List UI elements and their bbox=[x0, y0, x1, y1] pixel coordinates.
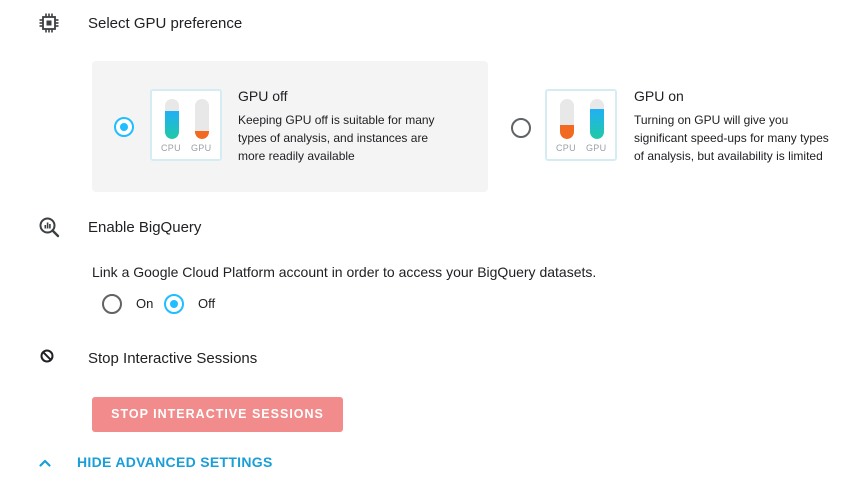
desc-line: of analysis, but availability is limited bbox=[634, 149, 823, 163]
bigquery-section-title: Enable BigQuery bbox=[88, 219, 202, 236]
desc-line: significant speed-ups for many types bbox=[634, 131, 829, 145]
hide-advanced-settings-link[interactable]: HIDE ADVANCED SETTINGS bbox=[77, 454, 273, 470]
cpu-bar-fill bbox=[165, 111, 179, 139]
cpu-bar bbox=[560, 99, 574, 139]
bigquery-on-label[interactable]: On bbox=[136, 296, 153, 311]
gpu-on-radio[interactable] bbox=[511, 118, 531, 138]
cpu-bar bbox=[165, 99, 179, 139]
gpu-bar-fill bbox=[590, 109, 604, 139]
block-icon bbox=[38, 347, 60, 369]
gpu-label: GPU bbox=[586, 143, 607, 153]
gpu-bar bbox=[590, 99, 604, 139]
bigquery-off-radio[interactable] bbox=[164, 294, 184, 314]
sessions-section-title: Stop Interactive Sessions bbox=[88, 350, 258, 367]
gpu-on-title: GPU on bbox=[634, 88, 684, 104]
cpu-label: CPU bbox=[161, 143, 181, 153]
cpu-bar-fill bbox=[560, 125, 574, 139]
gpu-off-description: Keeping GPU off is suitable for many typ… bbox=[238, 111, 463, 165]
desc-line: types of analysis, and instances are bbox=[238, 131, 429, 145]
desc-line: more readily available bbox=[238, 149, 355, 163]
desc-line: Turning on GPU will give you bbox=[634, 113, 789, 127]
chip-icon bbox=[38, 12, 60, 34]
gpu-off-option[interactable]: CPU GPU GPU off Keeping GPU off is suita… bbox=[92, 61, 488, 192]
bigquery-icon bbox=[38, 216, 60, 238]
stop-interactive-sessions-button[interactable]: STOP INTERACTIVE SESSIONS bbox=[92, 397, 343, 432]
gpu-on-usage-illustration: CPU GPU bbox=[545, 89, 617, 161]
gpu-off-title: GPU off bbox=[238, 88, 288, 104]
bigquery-off-label[interactable]: Off bbox=[198, 296, 215, 311]
gpu-on-description: Turning on GPU will give you significant… bbox=[634, 111, 864, 165]
desc-line: Keeping GPU off is suitable for many bbox=[238, 113, 435, 127]
gpu-off-radio[interactable] bbox=[114, 117, 134, 137]
gpu-section-title: Select GPU preference bbox=[88, 15, 243, 32]
gpu-bar-fill bbox=[195, 131, 209, 139]
gpu-bar bbox=[195, 99, 209, 139]
chevron-up-icon[interactable] bbox=[38, 456, 52, 470]
gpu-label: GPU bbox=[191, 143, 212, 153]
cpu-label: CPU bbox=[556, 143, 576, 153]
bigquery-on-radio[interactable] bbox=[102, 294, 122, 314]
bigquery-description: Link a Google Cloud Platform account in … bbox=[92, 264, 597, 280]
gpu-on-option[interactable]: CPU GPU GPU on Turning on GPU will give … bbox=[488, 61, 867, 192]
gpu-off-usage-illustration: CPU GPU bbox=[150, 89, 222, 161]
